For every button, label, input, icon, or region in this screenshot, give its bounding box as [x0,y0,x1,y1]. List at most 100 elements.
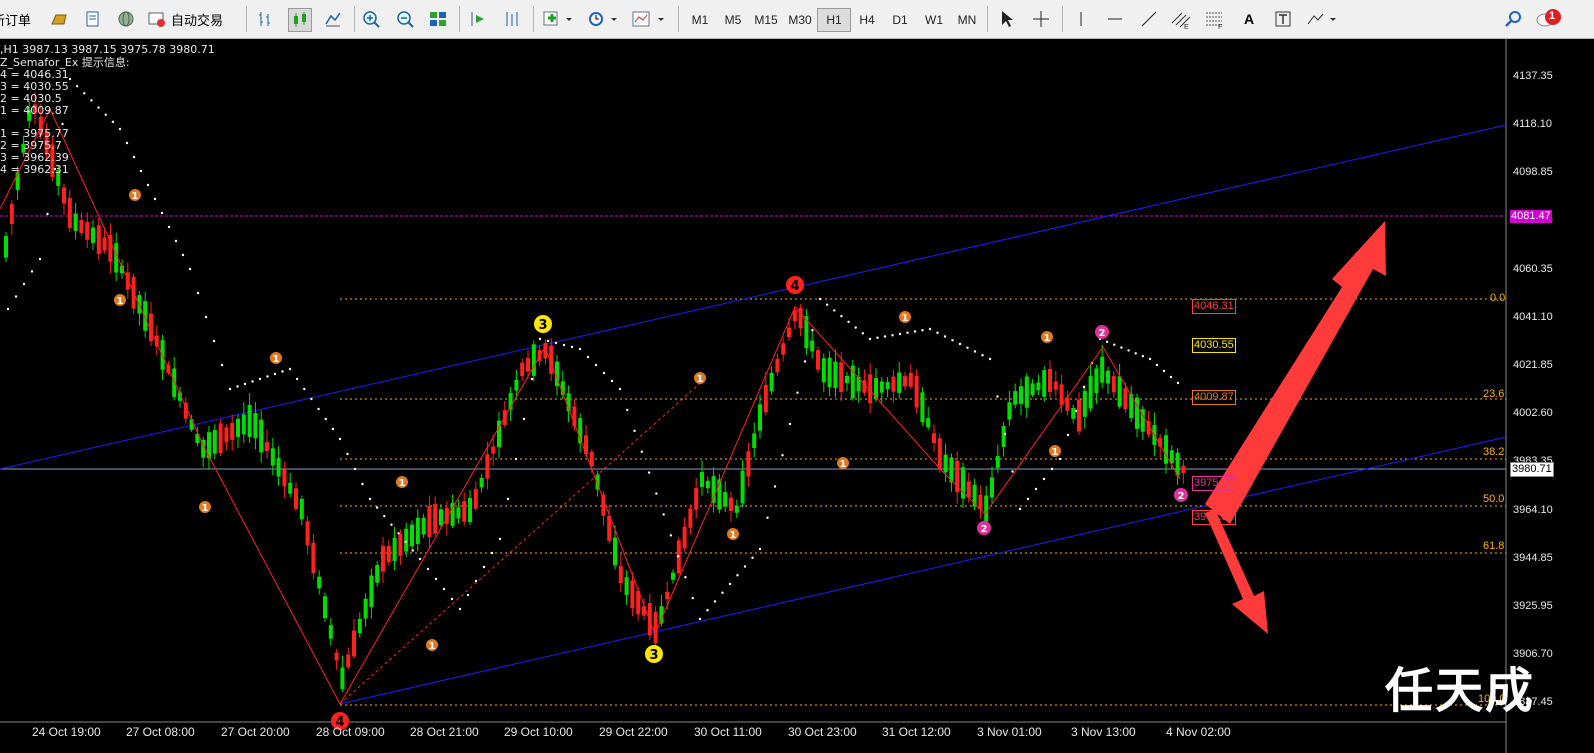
price-chart[interactable]: 11111111111112223344 [0,39,1594,753]
cursor-icon[interactable] [996,8,1018,30]
candle-body [91,227,95,243]
auto-trade-button[interactable]: 自动交易 [148,6,223,32]
timeframe-m5[interactable]: M5 [717,9,749,31]
timeframe-w1[interactable]: W1 [918,9,950,31]
sar-dot [803,360,807,363]
candle-body [787,327,791,338]
fib-level-label: 61.8 [1483,540,1505,552]
crosshair-icon[interactable] [1030,8,1052,30]
sar-dot [397,532,400,535]
timeframe-m1[interactable]: M1 [684,9,716,31]
sar-dot [273,372,277,376]
gold-bar-icon[interactable] [48,8,70,30]
periods-clock-icon[interactable] [585,8,621,30]
zoom-in-icon[interactable] [360,8,382,30]
sar-dot [1003,432,1007,436]
toolbar-separator [987,6,988,32]
vertical-line-icon[interactable] [1070,8,1092,30]
candle-body [897,372,902,393]
timeframe-d1[interactable]: D1 [884,9,916,31]
candle-body [624,577,629,595]
zoom-out-icon[interactable] [394,8,416,30]
candle-body [984,495,989,522]
sar-dot [295,377,299,381]
candle-body [531,344,536,376]
sar-dot [514,457,518,461]
text-tool-icon[interactable]: A [1238,8,1260,30]
candle-body [276,458,281,477]
indicators-menu-icon[interactable] [540,8,576,30]
sar-dot [684,575,687,579]
semafor-marker-label: 1 [132,191,139,202]
sar-dot [751,556,754,559]
sar-dot [758,547,762,551]
arrows-menu-icon[interactable] [1305,8,1341,30]
horizontal-line-price-label: 4081.47 [1510,210,1552,223]
candle-body [96,225,101,254]
toolbar-separator [678,6,679,32]
candle-body [932,433,936,444]
sar-dot [418,557,422,561]
globe-icon[interactable] [115,8,137,30]
sar-dot [68,77,72,81]
timeframe-h1[interactable]: H1 [817,8,851,32]
sar-dot [825,303,829,306]
candle-body [236,418,240,437]
sar-dot [586,355,590,359]
semafor-marker-label: 1 [273,354,280,365]
sar-dot [1162,369,1166,373]
sar-dot [578,347,582,351]
sar-dot [728,582,732,586]
horizontal-line-icon[interactable] [1104,8,1126,30]
candle-body [375,565,380,583]
candlestick-chart-icon[interactable] [288,8,312,32]
candle-body [589,451,594,467]
candle-body [1071,408,1076,419]
candle-body [937,438,942,470]
sar-dot [196,291,200,295]
sar-dot [181,253,185,257]
bar-chart-icon[interactable] [255,8,277,30]
new-order-button[interactable]: 新订单 [0,6,31,32]
fib-level-label: 23.6 [1483,388,1505,400]
tile-windows-icon[interactable] [427,8,449,30]
text-label-icon[interactable] [1272,8,1294,30]
sar-dot [338,437,342,441]
sar-dot [1066,433,1070,437]
candle-body [352,630,356,657]
chart-shift-icon[interactable] [501,8,523,30]
semafor-marker-label: 1 [730,530,737,541]
sar-dot [146,183,150,187]
sar-dot [498,537,502,541]
auto-scroll-icon[interactable] [467,8,489,30]
notification-count: 1 [1549,10,1556,22]
templates-menu-icon[interactable] [630,8,668,30]
equidistant-channel-icon[interactable]: E [1170,8,1192,30]
sar-dot [669,534,673,537]
chart-window[interactable]: 11111111111112223344 ,H1 3987.13 3987.15… [0,39,1594,753]
timeframe-m30[interactable]: M30 [784,9,816,31]
sar-dot [1176,381,1180,385]
candle-body [763,384,768,413]
search-icon[interactable] [1502,8,1524,30]
sar-dot [139,169,143,173]
candle-body [827,357,832,388]
line-chart-icon[interactable] [322,8,344,30]
timeframe-mn[interactable]: MN [951,9,983,31]
sar-dot [482,565,486,569]
candle-body [845,375,849,384]
account-history-icon[interactable] [82,8,104,30]
fibonacci-icon[interactable]: F [1204,8,1226,30]
sar-dot [906,331,909,334]
indicator-value: 4 = 3962.31 [0,163,69,176]
trendline-icon[interactable] [1138,8,1160,30]
zigzag-line [0,107,1181,706]
candle-body [839,362,844,393]
notifications-icon[interactable]: 1 [1535,8,1563,30]
sar-dot [610,379,614,383]
sar-dot [721,591,724,594]
timeframe-m15[interactable]: M15 [750,9,782,31]
sar-dot [204,315,208,319]
sar-dot [490,551,494,555]
timeframe-h4[interactable]: H4 [851,9,883,31]
